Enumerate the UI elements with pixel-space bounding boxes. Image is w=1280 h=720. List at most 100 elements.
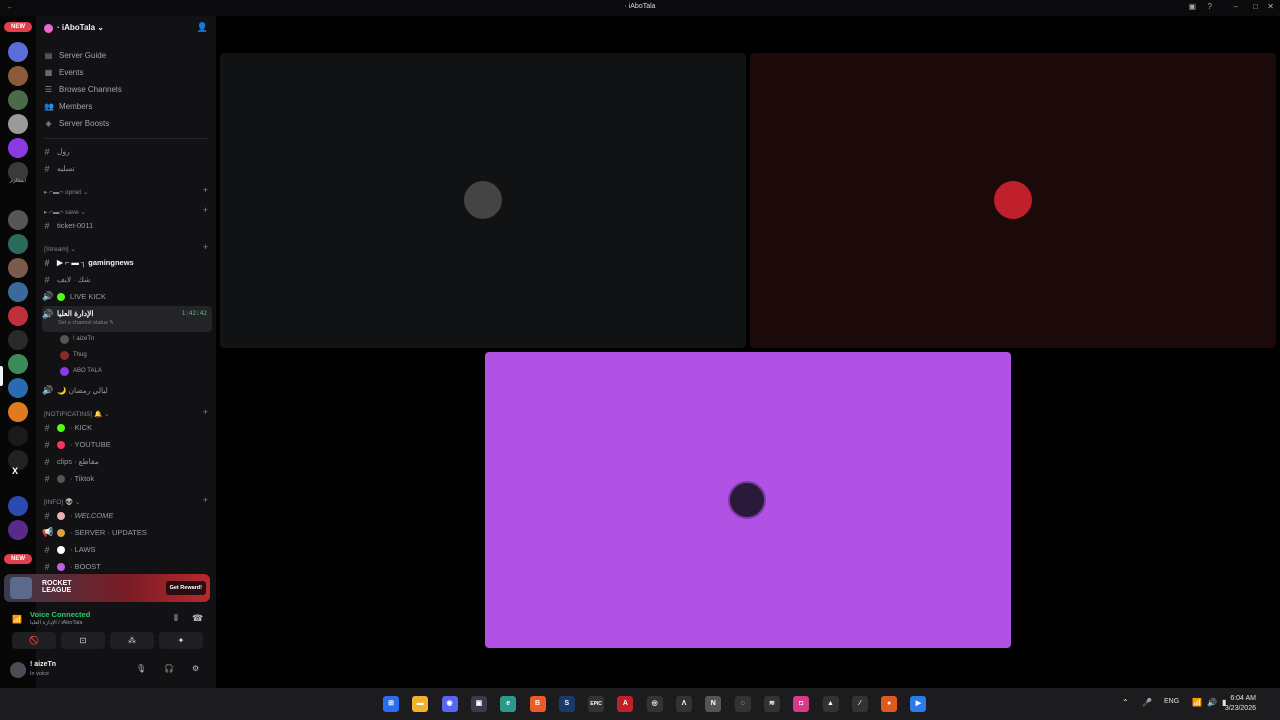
server-icon[interactable] (8, 496, 28, 516)
maximize-button[interactable]: □ (1253, 2, 1258, 11)
username[interactable]: ! aizeTn (30, 661, 56, 668)
disconnect-icon[interactable]: ☎ (192, 613, 203, 624)
participant-tile-1[interactable] (220, 53, 746, 348)
invite-icon[interactable]: 👤 (197, 22, 208, 33)
server-icon[interactable] (8, 66, 28, 86)
taskbar-explorer-icon[interactable]: ▬ (412, 696, 429, 712)
activities-button[interactable]: ⁂ (110, 632, 154, 649)
tray-chevron-icon[interactable]: ⌃ (1122, 698, 1129, 707)
category-info[interactable]: [INFO] 👽 ⌄ (44, 498, 80, 506)
server-icon[interactable] (8, 42, 28, 62)
clock[interactable]: 6:04 AM 3/23/2026 (1225, 694, 1256, 714)
add-channel-icon[interactable]: + (203, 242, 208, 252)
server-icon[interactable] (8, 354, 28, 374)
server-name[interactable]: · iAboTala ⌄ (57, 23, 104, 32)
server-icon[interactable] (8, 138, 28, 158)
server-icon[interactable] (8, 520, 28, 540)
channel-fun[interactable]: # تسليه (42, 161, 212, 176)
server-icon[interactable] (8, 234, 28, 254)
menu-item[interactable]: ▦ Events (44, 65, 84, 79)
channel-roles[interactable]: # رول (42, 144, 212, 159)
taskbar-obs-icon[interactable]: ◎ (646, 696, 663, 712)
notification-channel[interactable]: # clips · مقاطع (42, 454, 212, 469)
taskbar-steam-icon[interactable]: S (558, 696, 575, 712)
server-icon[interactable] (8, 330, 28, 350)
category-notifications[interactable]: [NOTIFICATINS] 🔔 ⌄ (44, 410, 109, 418)
voice-user[interactable]: ! aizeTn (60, 332, 94, 346)
notification-channel[interactable]: # · YOUTUBE (42, 437, 212, 452)
channel-status-prompt[interactable]: Set a channel status ✎ (58, 320, 114, 326)
server-icon[interactable] (8, 282, 28, 302)
participant-tile-2[interactable] (750, 53, 1276, 348)
taskbar-edge-icon[interactable]: e (500, 696, 517, 712)
info-channel[interactable]: # · WELCOME (42, 508, 212, 523)
server-icon[interactable] (8, 210, 28, 230)
taskbar-app-delta-icon[interactable]: ▲ (822, 696, 839, 712)
add-channel-icon[interactable]: + (203, 407, 208, 417)
voice-channel-ramadan[interactable]: 🔊 🌙 ليالي رمضان (42, 383, 212, 398)
settings-icon[interactable]: ⚙ (192, 664, 199, 673)
add-channel-icon[interactable]: + (203, 495, 208, 505)
channel-live[interactable]: # شك · لايف (42, 272, 212, 287)
taskbar-notion-icon[interactable]: N (705, 696, 722, 712)
headset-icon[interactable]: 🎧 (164, 664, 174, 673)
server-icon[interactable] (8, 378, 28, 398)
server-icon[interactable] (8, 90, 28, 110)
category-opnet[interactable]: ▸ ⌐▬¬ opnet ⌄ (44, 188, 88, 196)
notification-channel[interactable]: # · Tiktok (42, 471, 212, 486)
tray-mic-icon[interactable]: 🎤 (1142, 698, 1152, 707)
taskbar-start-icon[interactable]: ⊞ (383, 696, 399, 712)
taskbar-discord-icon[interactable]: ◉ (441, 696, 458, 712)
add-channel-icon[interactable]: + (203, 185, 208, 195)
avatar[interactable] (10, 662, 26, 678)
voice-user[interactable]: Thug (60, 348, 87, 362)
help-icon[interactable]: ? (1208, 2, 1212, 11)
inbox-icon[interactable]: ▣ (1188, 2, 1196, 11)
info-channel[interactable]: # · LAWS (42, 542, 212, 557)
mic-icon[interactable]: 🎙 (136, 664, 146, 673)
menu-item[interactable]: ☰ Browse Channels (44, 82, 122, 96)
voice-channel-path[interactable]: الإدارة العليا / iAboTala (30, 620, 82, 626)
wifi-icon[interactable]: 📶 (1192, 698, 1202, 707)
channel-gamingnews[interactable]: # ▶ ⌐ ▬ ┐ gamingnews (42, 255, 212, 270)
taskbar-brave-icon[interactable]: B (529, 696, 546, 712)
server-header[interactable]: · iAboTala ⌄ 👤 (36, 16, 216, 40)
language-indicator[interactable]: ENG (1164, 698, 1179, 705)
menu-item[interactable]: ◈ Server Boosts (44, 116, 109, 130)
add-channel-icon[interactable]: + (203, 205, 208, 215)
volume-icon[interactable]: 🔊 (1207, 698, 1217, 707)
voice-user[interactable]: ABO TALA (60, 364, 102, 378)
taskbar-adobe-icon[interactable]: A (617, 696, 634, 712)
taskbar-app-blue-icon[interactable]: ▶ (910, 696, 927, 712)
taskbar-app-orange-icon[interactable]: ● (881, 696, 898, 712)
get-reward-button[interactable]: Get Reward! (165, 581, 206, 595)
category-save[interactable]: ▸ ⌐▬¬ save ⌄ (44, 208, 86, 216)
promo-banner[interactable]: ROCKET LEAGUE Get Reward! (4, 574, 210, 602)
soundboard-button[interactable]: ✦ (159, 632, 203, 649)
menu-item[interactable]: ▤ Server Guide (44, 48, 106, 62)
info-channel[interactable]: # · BOOST (42, 559, 212, 574)
menu-item[interactable]: 👥 Members (44, 99, 92, 113)
server-icon[interactable] (8, 402, 28, 422)
category-stream[interactable]: [Stream] ⌄ (44, 245, 76, 253)
server-icon[interactable] (8, 258, 28, 278)
noise-suppression-icon[interactable]: ⦀ (174, 613, 178, 624)
screenshare-button[interactable]: ⊡ (61, 632, 105, 649)
notification-channel[interactable]: # · KICK (42, 420, 212, 435)
taskbar-app-ring-icon[interactable]: ◌ (734, 696, 751, 712)
taskbar-store-icon[interactable]: ▣ (470, 696, 487, 712)
x-server-icon[interactable]: X (12, 466, 18, 476)
taskbar-app-a-icon[interactable]: Λ (676, 696, 692, 712)
server-icon[interactable] (8, 114, 28, 134)
taskbar-epic-icon[interactable]: EPIC (588, 696, 605, 712)
info-channel[interactable]: 📢 · SERVER · UPDATES (42, 525, 212, 540)
server-icon[interactable] (8, 306, 28, 326)
camera-button[interactable]: 🚫 (12, 632, 56, 649)
channel-ticket[interactable]: # ticket-0011 (42, 218, 212, 233)
taskbar-app-wave-icon[interactable]: ≋ (763, 696, 780, 712)
voice-channel-live-kick[interactable]: 🔊 LIVE KICK (42, 289, 212, 304)
close-button[interactable]: ✕ (1267, 2, 1274, 11)
server-icon[interactable] (8, 426, 28, 446)
taskbar-instagram-icon[interactable]: ◘ (793, 696, 810, 712)
participant-tile-3[interactable] (485, 352, 1011, 648)
